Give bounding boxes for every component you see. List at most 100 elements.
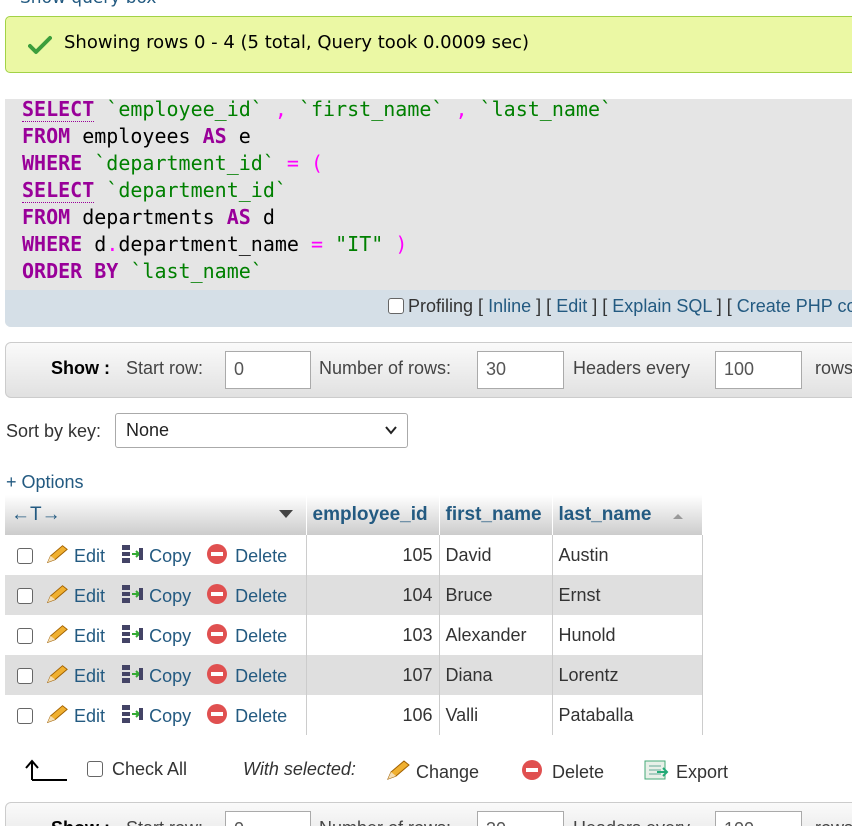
row-copy-button[interactable]: Copy [120, 585, 191, 606]
row-delete-button[interactable]: Delete [206, 544, 287, 566]
row-checkbox[interactable] [17, 668, 33, 684]
cell-first-name[interactable]: David [439, 535, 553, 575]
pencil-icon [46, 705, 68, 724]
headers-every-input[interactable]: 100 [715, 351, 802, 389]
row-checkbox[interactable] [17, 708, 33, 724]
cell-first-name[interactable]: Bruce [439, 575, 553, 615]
sql-column: `first_name` [298, 97, 444, 121]
inline-link[interactable]: Inline [488, 296, 531, 316]
headers-every-label: Headers every [573, 358, 691, 378]
show-query-box-link[interactable]: Show query box [20, 0, 156, 8]
bracket: [ [546, 296, 552, 316]
change-button[interactable]: Change [385, 759, 479, 783]
cell-first-name[interactable]: Diana [439, 655, 553, 695]
delete-selected-label: Delete [552, 762, 605, 782]
row-edit-button[interactable]: Edit [45, 585, 105, 606]
cell-last-name[interactable]: Hunold [552, 615, 703, 655]
column-header-first-name[interactable]: first_name [439, 495, 553, 535]
row-actions: Edit Copy Delete [5, 575, 307, 615]
options-link[interactable]: + Options [6, 472, 84, 493]
explain-sql-link[interactable]: Explain SQL [612, 296, 711, 316]
column-arrows-icon[interactable]: ←T→ [11, 504, 61, 525]
cell-last-name[interactable]: Austin [552, 535, 703, 575]
cell-employee-id[interactable]: 103 [306, 615, 440, 655]
row-delete-button[interactable]: Delete [206, 704, 288, 726]
cell-first-name[interactable]: Alexander [439, 615, 553, 655]
sql-alias: e [226, 124, 251, 148]
sql-keyword: WHERE [22, 232, 83, 256]
sql-column: department_name [118, 232, 299, 256]
column-header-last-name-label: last_name [558, 504, 652, 525]
sql-alias: d [82, 232, 107, 256]
row-edit-button[interactable]: Edit [45, 545, 105, 566]
delete-icon [207, 584, 228, 604]
start-row-input[interactable]: 0 [225, 811, 311, 826]
row-checkbox[interactable] [17, 628, 33, 644]
sql-keyword: SELECT [22, 97, 95, 122]
check-all-control[interactable]: Check All [87, 759, 187, 780]
row-edit-button[interactable]: Edit [45, 705, 106, 726]
check-all-checkbox[interactable] [87, 761, 103, 777]
delete-icon [207, 664, 228, 684]
rows-label: rows [815, 818, 852, 826]
number-of-rows-input[interactable]: 30 [477, 811, 564, 826]
row-delete-button[interactable]: Delete [206, 584, 287, 606]
navigation-bar-top: Show : Start row: 0 Number of rows: 30 H… [5, 342, 852, 398]
show-label: Show : [51, 818, 110, 826]
row-copy-button[interactable]: Copy [120, 625, 191, 646]
cell-employee-id[interactable]: 105 [306, 535, 440, 575]
row-delete-button[interactable]: Delete [206, 624, 288, 646]
cell-last-name[interactable]: Ernst [552, 575, 703, 615]
headers-every-input[interactable]: 100 [715, 811, 802, 826]
sql-keyword: WHERE [22, 151, 83, 175]
export-button[interactable]: Export [643, 759, 728, 783]
export-label: Export [676, 762, 729, 782]
pencil-icon [46, 665, 68, 684]
profiling-checkbox[interactable] [388, 298, 404, 314]
column-header-employee-id[interactable]: employee_id [306, 495, 440, 535]
results-table: ←T→ employee_id first_name last_name Edi… [5, 495, 703, 735]
bracket: ] [536, 296, 542, 316]
dropdown-triangle-icon[interactable] [278, 509, 294, 519]
sql-dot: . [106, 232, 119, 256]
row-checkbox[interactable] [17, 548, 33, 564]
success-message: Showing rows 0 - 4 (5 total, Query took … [5, 16, 852, 73]
sql-string: "IT" [335, 232, 384, 256]
create-php-link[interactable]: Create PHP code [737, 296, 852, 316]
sql-column: `department_id` [106, 178, 287, 202]
sql-keyword: AS [226, 205, 251, 229]
edit-sql-link[interactable]: Edit [556, 296, 587, 316]
column-header-last-name[interactable]: last_name [552, 495, 703, 535]
cell-employee-id[interactable]: 107 [306, 655, 440, 695]
row-actions: Edit Copy Delete [5, 655, 307, 695]
row-actions: Edit Copy Delete [5, 695, 307, 735]
delete-label: Delete [235, 706, 288, 726]
row-copy-button[interactable]: Copy [120, 705, 191, 726]
change-label: Change [416, 762, 480, 782]
cell-last-name[interactable]: Pataballa [552, 695, 703, 735]
number-of-rows-input[interactable]: 30 [477, 351, 564, 389]
delete-icon [207, 544, 228, 564]
start-row-input[interactable]: 0 [225, 351, 311, 389]
number-of-rows-label: Number of rows: [319, 818, 451, 826]
with-selected-bar: Check All With selected: Change Delete E… [0, 750, 852, 790]
row-edit-button[interactable]: Edit [45, 625, 106, 646]
row-checkbox[interactable] [17, 588, 33, 604]
sort-by-key-select[interactable]: None [115, 413, 408, 448]
edit-label: Edit [74, 706, 106, 726]
cell-employee-id[interactable]: 104 [306, 575, 440, 615]
sort-by-key-value: None [126, 420, 170, 440]
row-delete-button[interactable]: Delete [206, 664, 287, 686]
delete-label: Delete [235, 626, 288, 646]
cell-first-name[interactable]: Valli [439, 695, 553, 735]
delete-selected-button[interactable]: Delete [521, 759, 604, 783]
navigation-bar-bottom: Show : Start row: 0 Number of rows: 30 H… [5, 802, 852, 826]
cell-employee-id[interactable]: 106 [306, 695, 440, 735]
row-edit-button[interactable]: Edit [45, 665, 105, 686]
row-copy-button[interactable]: Copy [120, 545, 191, 566]
bracket: [ [726, 296, 732, 316]
cell-last-name[interactable]: Lorentz [552, 655, 703, 695]
export-icon [644, 760, 669, 780]
edit-label: Edit [74, 626, 106, 646]
row-copy-button[interactable]: Copy [120, 665, 191, 686]
